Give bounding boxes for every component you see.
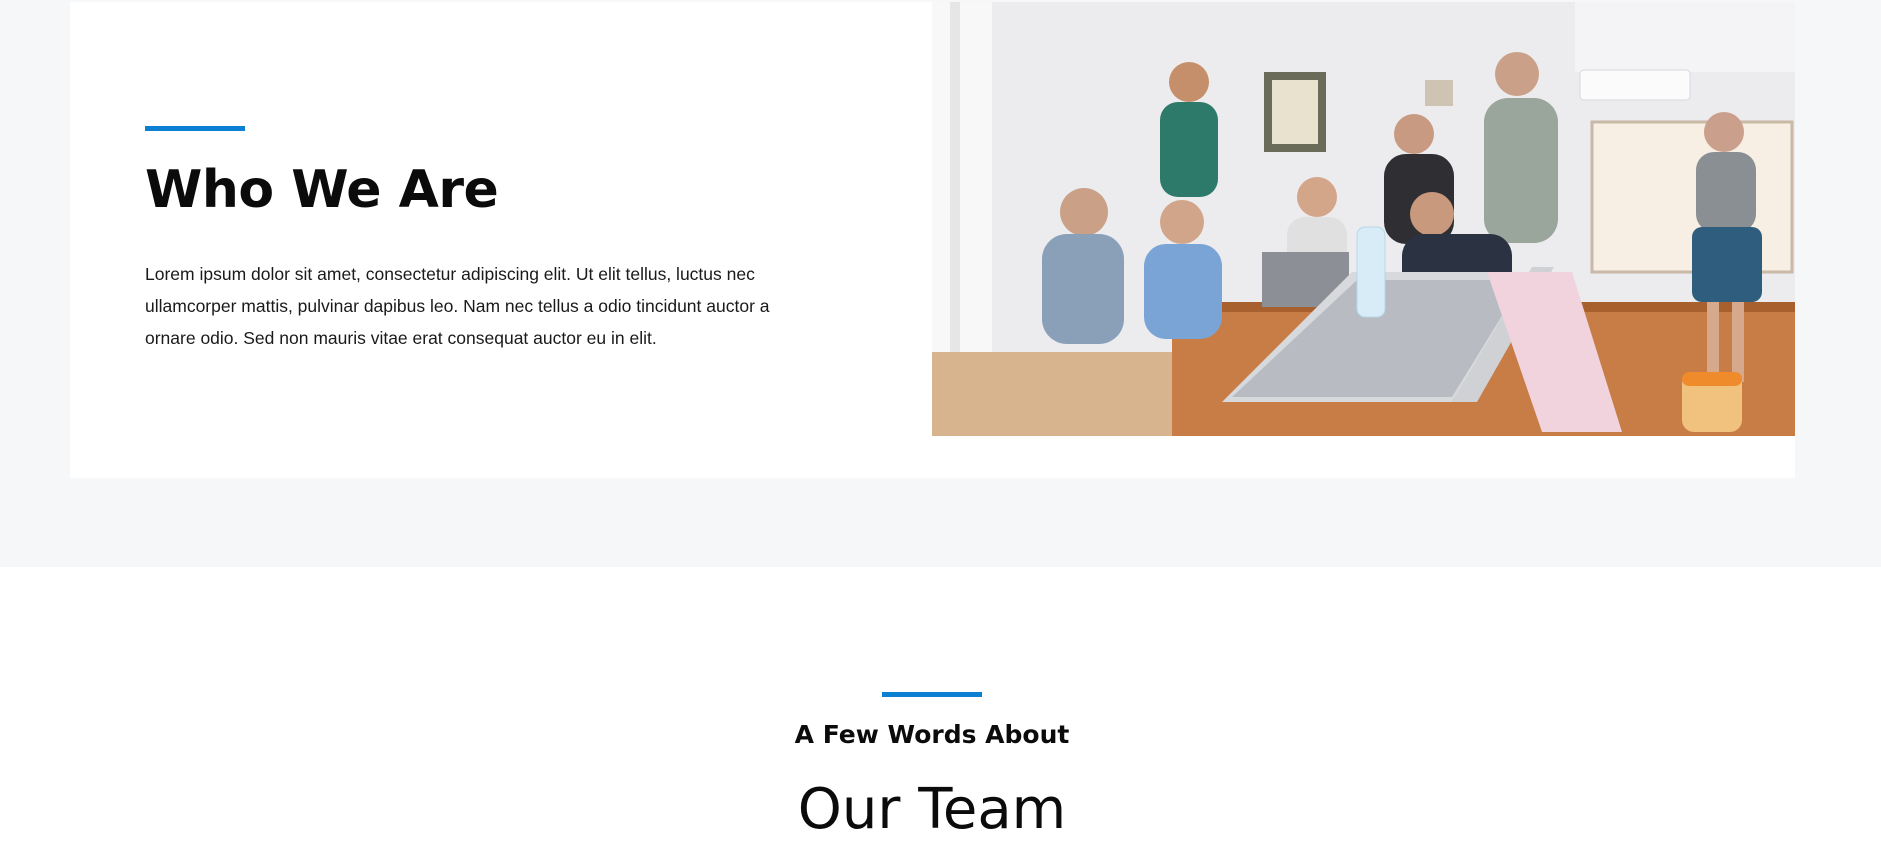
team-accent-bar [882, 692, 982, 697]
about-description: Lorem ipsum dolor sit amet, consectetur … [145, 264, 770, 348]
page: Who We Are Lorem ipsum dolor sit amet, c… [0, 0, 1881, 853]
team-kicker: A Few Words About [794, 720, 1070, 749]
team-photo [932, 2, 1795, 436]
about-title: Who We Are [145, 160, 499, 220]
about-accent-bar [145, 126, 245, 131]
team-title: Our Team [797, 777, 1067, 842]
